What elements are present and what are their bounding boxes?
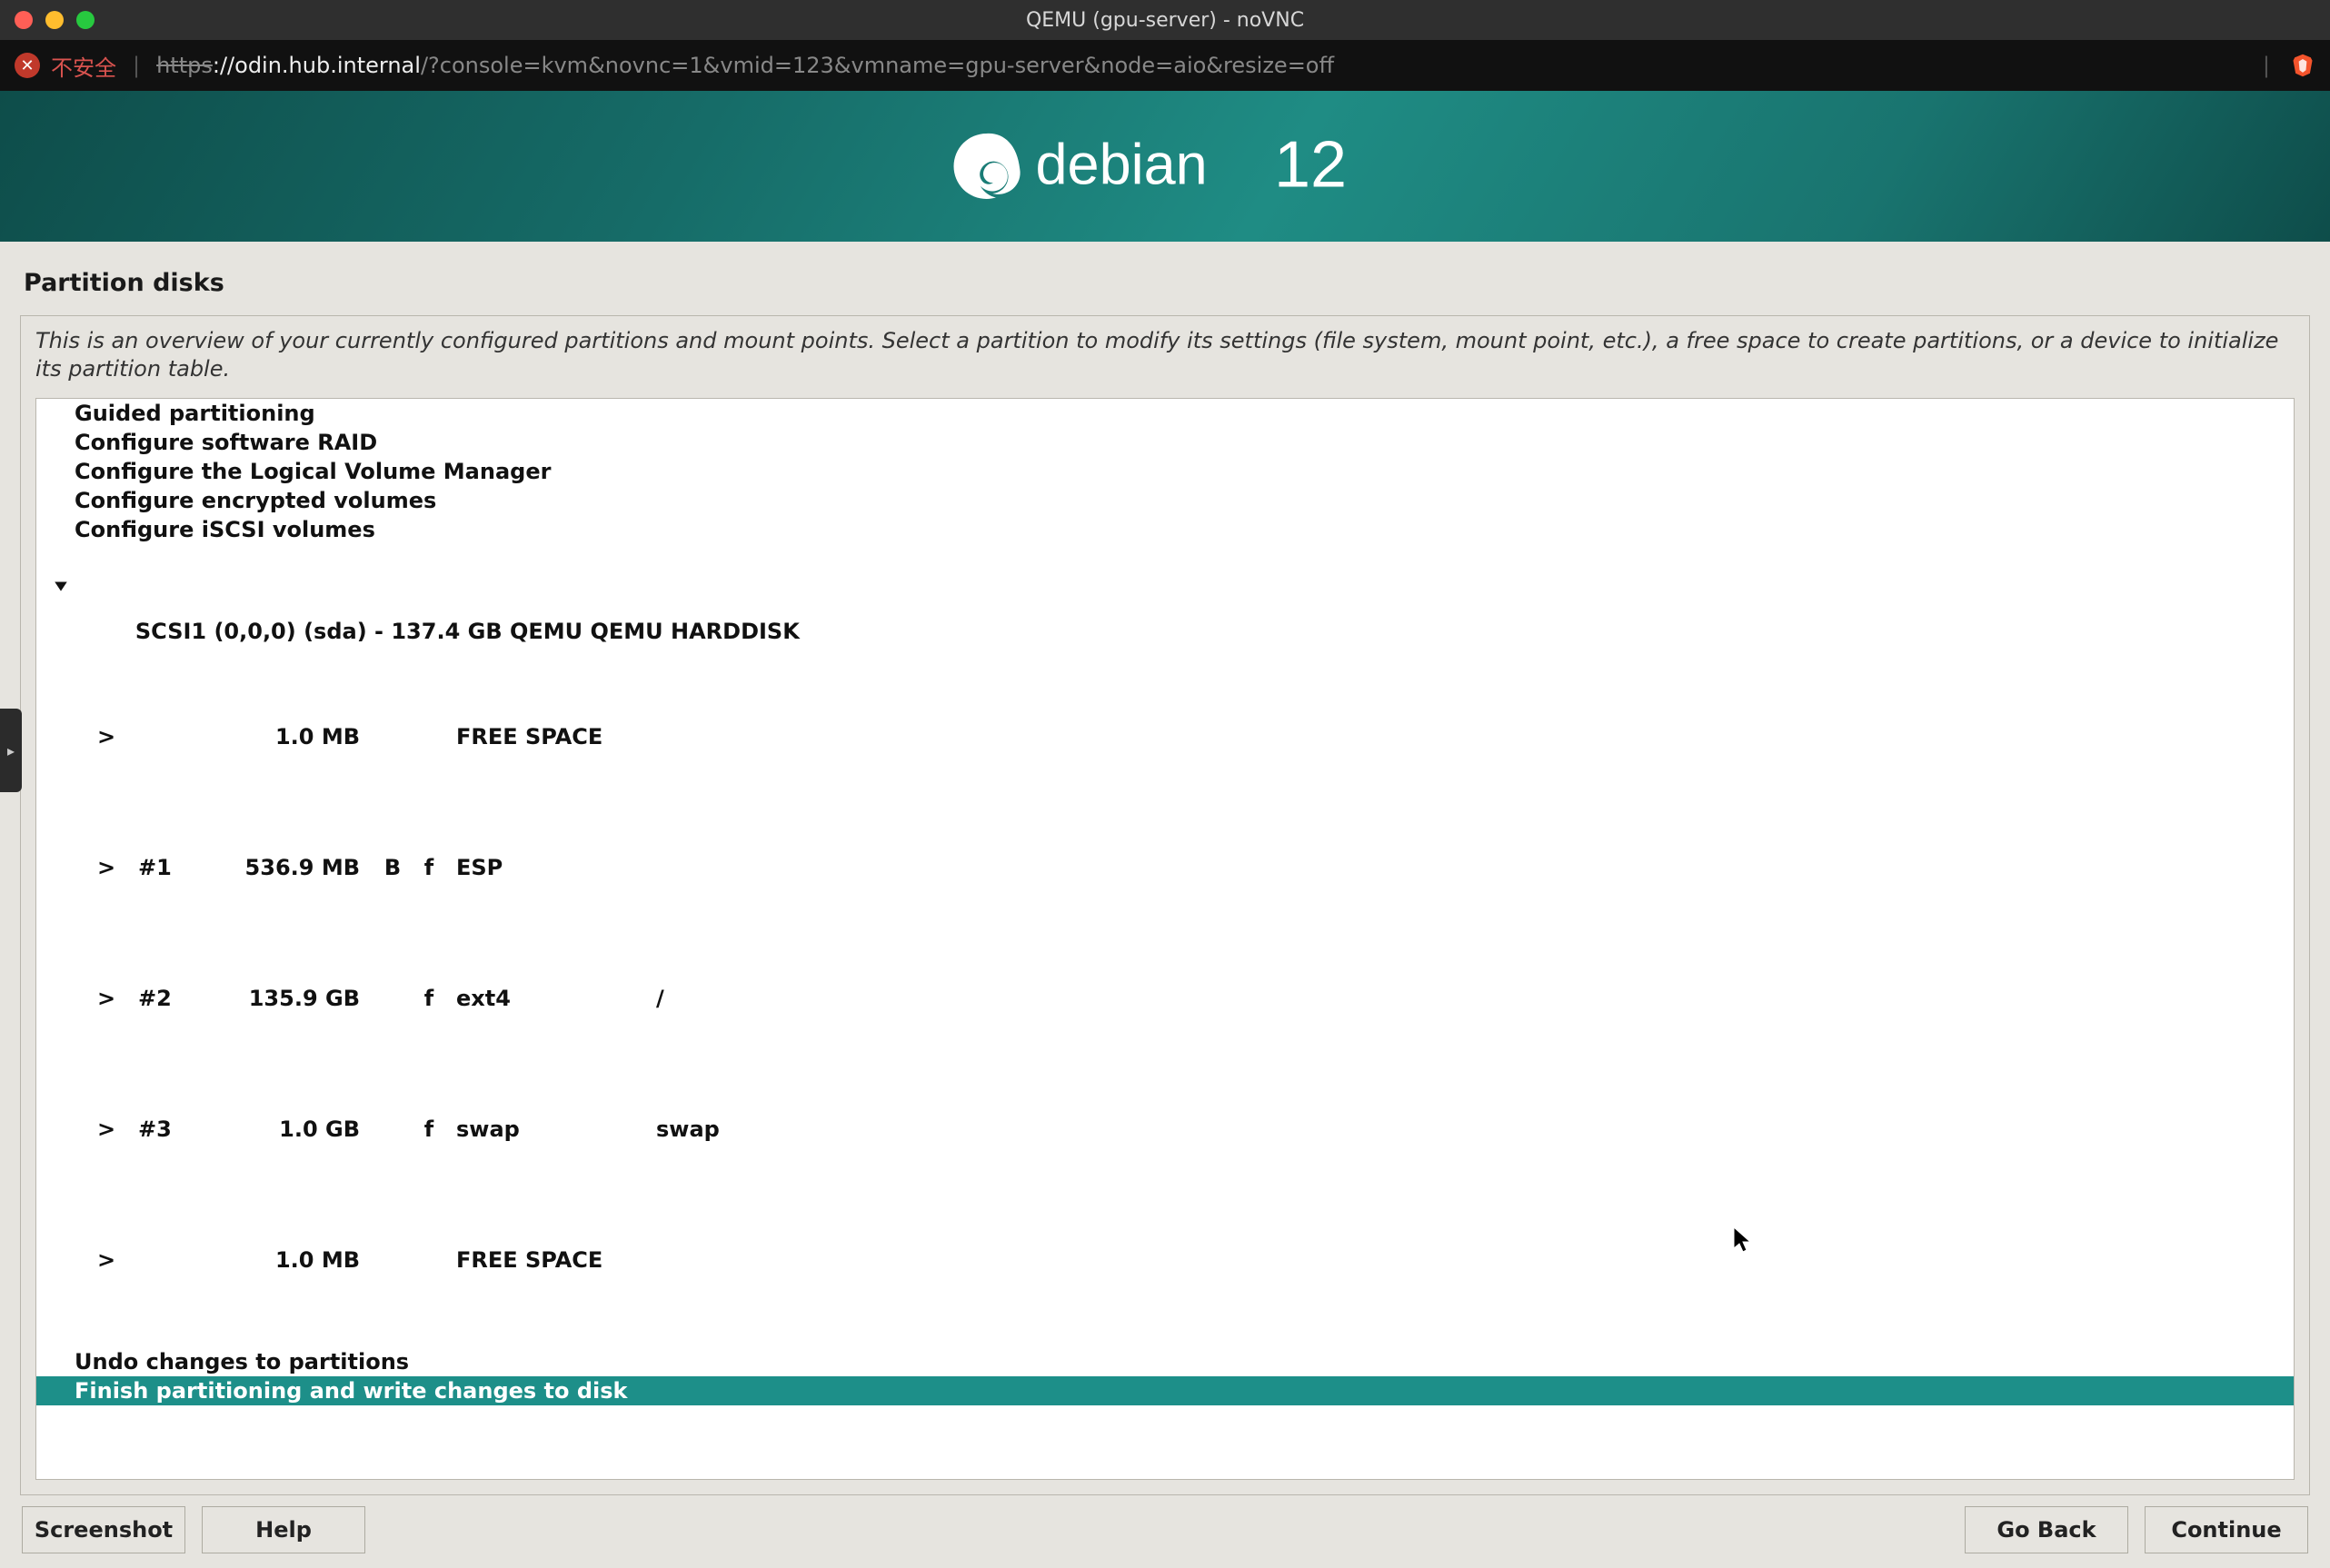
installer-content: Partition disks This is an overview of y…	[0, 242, 2330, 1568]
spacer	[36, 1325, 2294, 1347]
partition-list[interactable]: Guided partitioning Configure software R…	[35, 398, 2295, 1480]
separator: |	[127, 53, 145, 78]
partition-row[interactable]: > 1.0 MB FREE SPACE	[36, 671, 2294, 802]
url-scheme: https	[156, 53, 213, 78]
screenshot-button[interactable]: Screenshot	[22, 1506, 185, 1553]
url-display[interactable]: https://odin.hub.internal/?console=kvm&n…	[156, 53, 1334, 78]
menu-item-lvm[interactable]: Configure the Logical Volume Manager	[36, 457, 2294, 486]
device-label: SCSI1 (0,0,0) (sda) - 137.4 GB QEMU QEMU…	[135, 619, 800, 644]
separator: |	[2257, 53, 2275, 78]
footer-buttons: Screenshot Help Go Back Continue	[20, 1495, 2310, 1553]
page-title: Partition disks	[24, 269, 2310, 297]
url-path: /?console=kvm&novnc=1&vmid=123&vmname=gp…	[421, 53, 1334, 78]
expand-icon	[53, 574, 69, 600]
installer-banner: debian 12	[0, 91, 2330, 242]
insecure-label[interactable]: 不安全	[51, 50, 116, 82]
novnc-side-handle[interactable]: ▸	[0, 709, 22, 792]
partition-row[interactable]: > #3 1.0 GB f swap swap	[36, 1064, 2294, 1195]
menu-item-finish[interactable]: Finish partitioning and write changes to…	[36, 1376, 2294, 1405]
close-window-button[interactable]	[15, 11, 33, 29]
svg-text:debian: debian	[1036, 134, 1208, 197]
window-titlebar: QEMU (gpu-server) - noVNC	[0, 0, 2330, 40]
maximize-window-button[interactable]	[76, 11, 95, 29]
brave-shields-icon[interactable]	[2290, 53, 2315, 78]
window-title: QEMU (gpu-server) - noVNC	[1026, 9, 1304, 32]
minimize-window-button[interactable]	[45, 11, 64, 29]
menu-item-iscsi[interactable]: Configure iSCSI volumes	[36, 515, 2294, 544]
partition-row[interactable]: > #2 135.9 GB f ext4 /	[36, 933, 2294, 1064]
browser-address-bar: ✕ 不安全 | https://odin.hub.internal/?conso…	[0, 40, 2330, 91]
help-button[interactable]: Help	[202, 1506, 365, 1553]
menu-item-encrypted[interactable]: Configure encrypted volumes	[36, 486, 2294, 515]
device-row[interactable]: SCSI1 (0,0,0) (sda) - 137.4 GB QEMU QEMU…	[36, 566, 2294, 671]
partition-panel: This is an overview of your currently co…	[20, 315, 2310, 1495]
menu-item-undo[interactable]: Undo changes to partitions	[36, 1347, 2294, 1376]
debian-version: 12	[1274, 129, 1347, 202]
instructions-text: This is an overview of your currently co…	[21, 316, 2309, 398]
insecure-icon[interactable]: ✕	[15, 53, 40, 78]
continue-button[interactable]: Continue	[2145, 1506, 2308, 1553]
url-host: ://odin.hub.internal	[213, 53, 421, 78]
menu-item-guided[interactable]: Guided partitioning	[36, 399, 2294, 428]
partition-row[interactable]: > 1.0 MB FREE SPACE	[36, 1195, 2294, 1325]
spacer	[36, 544, 2294, 566]
menu-item-raid[interactable]: Configure software RAID	[36, 428, 2294, 457]
chevron-right-icon: ▸	[7, 742, 15, 759]
window-controls	[15, 11, 95, 29]
debian-logo: debian 12	[874, 125, 1456, 207]
partition-row[interactable]: > #1 536.9 MB B f ESP	[36, 802, 2294, 933]
go-back-button[interactable]: Go Back	[1965, 1506, 2128, 1553]
